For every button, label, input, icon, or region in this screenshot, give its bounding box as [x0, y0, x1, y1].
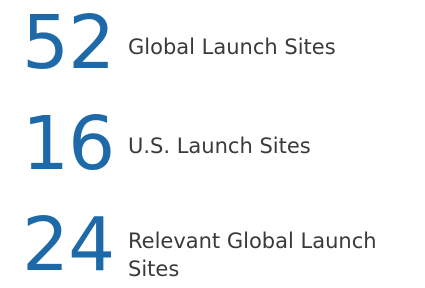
stat-label: Global Launch Sites — [128, 35, 336, 59]
stat-label: Relevant Global Launch Sites — [128, 229, 377, 281]
stat-number: 16 — [22, 101, 115, 187]
stat-number: 24 — [22, 202, 115, 288]
stat-label: U.S. Launch Sites — [128, 134, 311, 158]
stat-number: 52 — [22, 0, 115, 86]
